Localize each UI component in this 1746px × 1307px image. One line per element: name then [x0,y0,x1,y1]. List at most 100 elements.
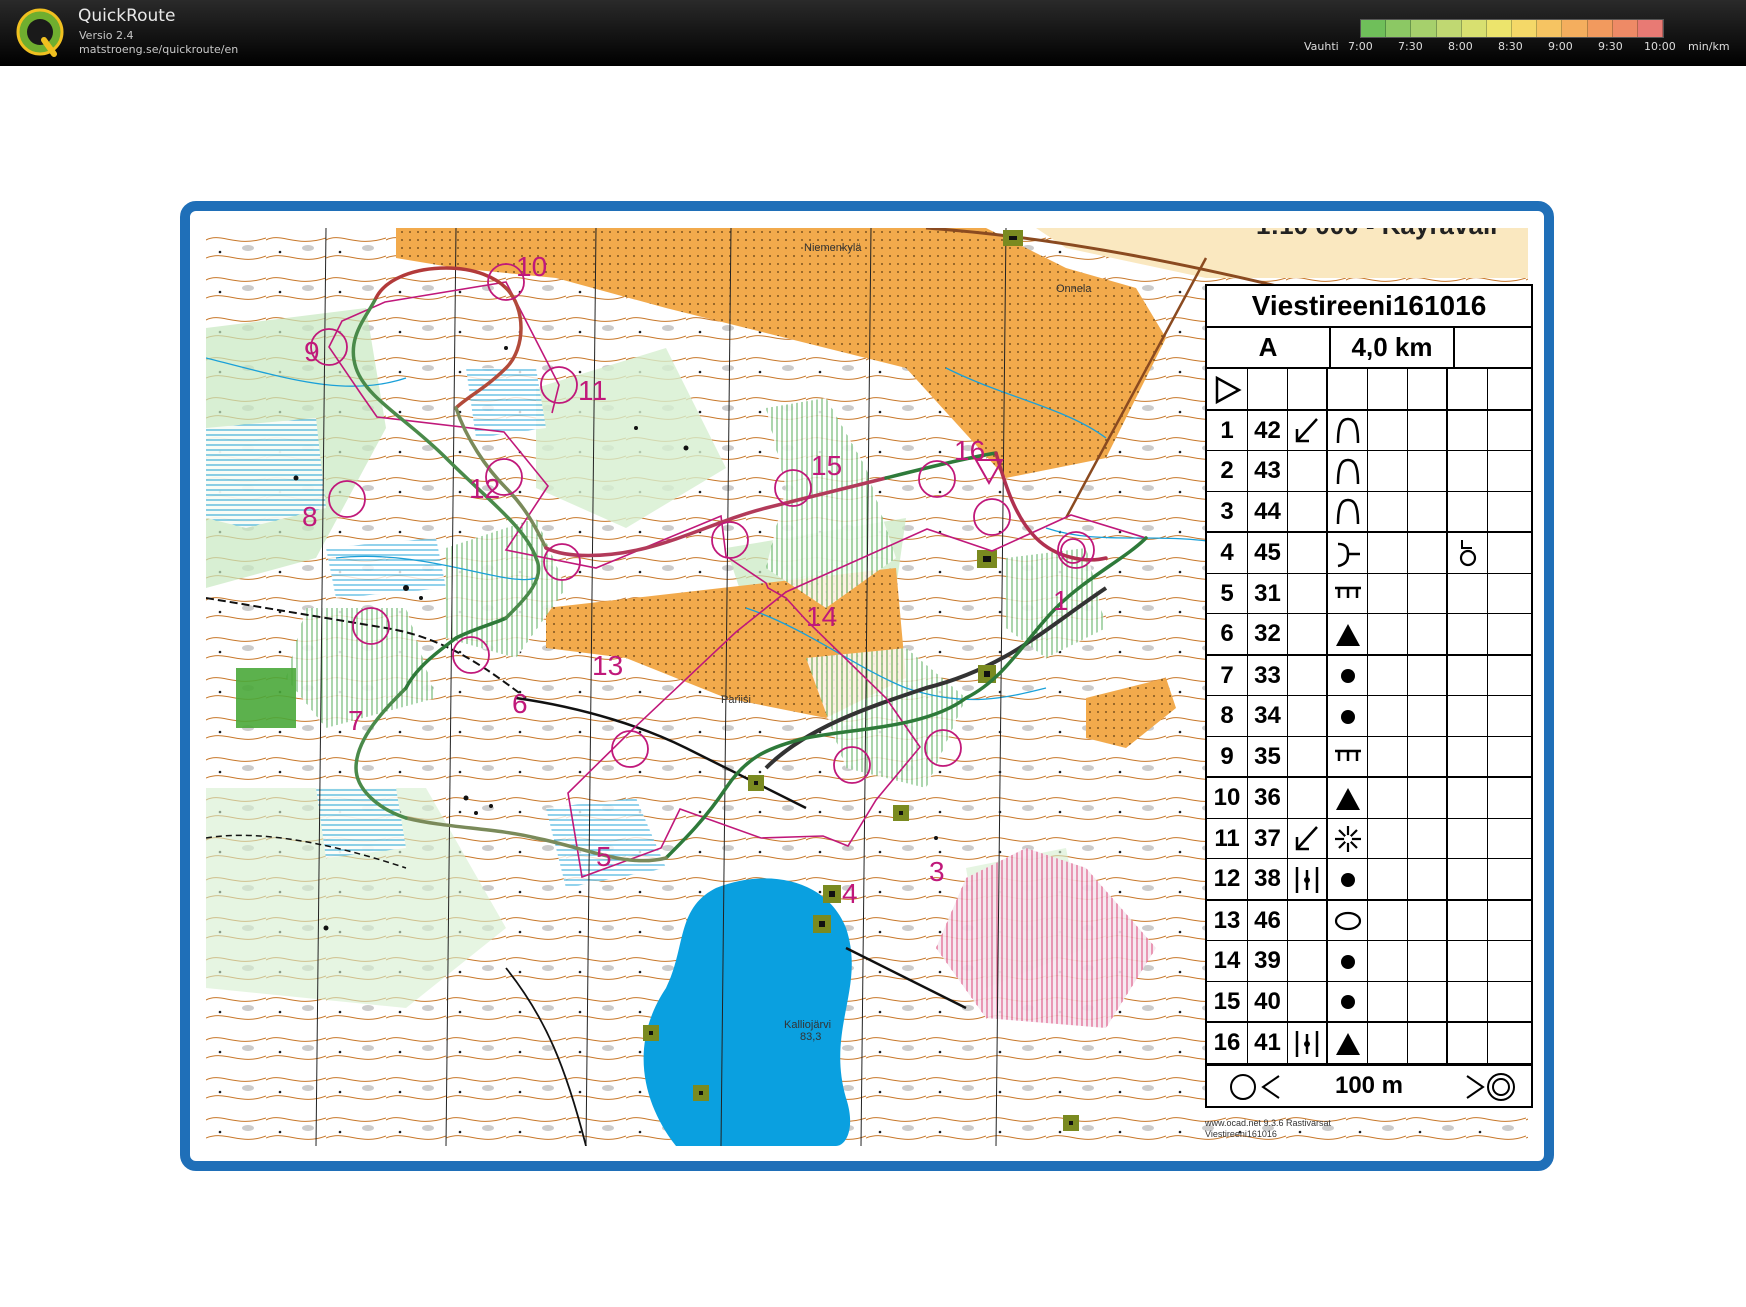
card-cell-empty [1408,736,1448,776]
card-cell-empty [1408,573,1448,613]
place-label: Onnela [1056,283,1092,295]
card-cell-empty [1448,1023,1488,1063]
control-row: 4 45 [1207,533,1531,574]
control-sequence: 15 [1207,981,1248,1021]
card-cell-empty [1408,491,1448,531]
card-cell-empty [1408,614,1448,654]
card-cell-empty [1488,1023,1531,1063]
control-code: 32 [1248,614,1288,654]
control-row: 9 35 [1207,736,1531,778]
card-cell-empty [1488,819,1531,859]
re-entrant-icon [1328,533,1368,573]
control-number-8: 8 [302,501,318,532]
card-cell-empty [1488,411,1531,451]
control-row: 14 39 [1207,941,1531,982]
card-cell-empty [1408,859,1448,899]
pace-color-swatch [1512,20,1538,37]
card-cell-empty [1448,451,1488,491]
pace-color-swatch [1386,20,1412,37]
place-label: Pariisi [721,694,751,706]
knoll-icon [1328,491,1368,531]
control-code: 35 [1248,736,1288,776]
control-number-13: 13 [592,650,623,681]
card-title: Viestireeni161016 [1207,286,1531,328]
control-sequence: 8 [1207,696,1248,736]
card-cell-empty [1288,941,1328,981]
finish-distance: 100 m [1334,1071,1404,1099]
pace-color-swatch [1587,20,1613,37]
card-credit: www.ocad.net 9.3.6 Rastivarsat Viestiree… [1205,1118,1385,1140]
card-cell-empty [1408,655,1448,695]
card-cell-empty [1488,451,1531,491]
card-cell-empty [1368,1023,1408,1063]
pace-unit: min/km [1688,40,1730,53]
control-number-12: 12 [469,473,500,504]
pace-tick: 10:00 [1644,40,1676,53]
direction-southwest-icon [1288,818,1328,858]
pace-color-swatch [1612,20,1638,37]
direction-southwest-icon [1288,410,1328,450]
control-number-5: 5 [596,841,612,872]
control-rows: 1 42 2 43 3 44 4 45 5 31 6 32 7 33 8 34 9 35 10 36 11 37 12 38 1… [1207,369,1531,1064]
control-sequence: 10 [1207,778,1248,818]
boulder-icon [1328,614,1368,654]
app-url[interactable]: matstroeng.se/quickroute/en [79,43,238,56]
card-cell-empty [1448,736,1488,776]
control-row-start [1207,369,1531,411]
card-cell-empty [1368,941,1408,981]
card-cell-empty [1448,941,1488,981]
card-cell-empty [1368,981,1408,1021]
card-cell-empty [1408,1023,1448,1063]
card-cell-empty [1448,573,1488,613]
knoll-icon [1328,410,1368,450]
control-number-9: 9 [304,336,320,367]
cliff-icon [1328,573,1368,613]
control-code: 33 [1248,655,1288,695]
card-cell-empty [1288,491,1328,531]
control-code: 37 [1248,818,1288,858]
pace-tick: 8:00 [1448,40,1473,53]
pace-tick: 9:00 [1548,40,1573,53]
control-sequence: 1 [1207,410,1248,450]
card-cell-empty [1408,778,1448,818]
control-code: 45 [1248,533,1288,573]
control-row: 13 46 [1207,900,1531,941]
card-cell-empty [1488,778,1531,818]
control-number-1: 1 [1053,585,1069,616]
control-row: 8 34 [1207,696,1531,737]
control-code: 31 [1248,573,1288,613]
control-sequence: 6 [1207,614,1248,654]
between-features-icon [1288,859,1328,899]
control-row: 7 33 [1207,655,1531,696]
card-cell-empty [1488,614,1531,654]
card-cell-empty [1368,451,1408,491]
control-code: 39 [1248,941,1288,981]
app-version: Versio 2.4 [79,29,134,42]
pace-color-swatch [1562,20,1588,37]
card-cell-empty [1368,778,1408,818]
control-sequence: 12 [1207,859,1248,899]
map-title-fragment: 1:10 000 - Käyrävali [1256,228,1497,240]
quickroute-logo-icon [16,8,64,57]
control-code: 42 [1248,410,1288,450]
finish-start-icon [1230,1073,1280,1100]
card-cell-empty [1448,900,1488,940]
control-number-3: 3 [929,856,945,887]
boulder-icon [1328,1023,1368,1063]
control-code: 46 [1248,900,1288,940]
control-code: 43 [1248,451,1288,491]
card-cell-empty [1488,369,1531,409]
card-cell-empty [1368,491,1408,531]
card-cell-empty [1288,736,1328,776]
card-cell-empty [1328,369,1368,409]
control-number-11: 11 [578,375,607,406]
card-cell-empty [1368,696,1408,736]
control-number-14: 14 [806,601,837,632]
control-sequence: 11 [1207,818,1248,858]
card-cell-empty [1488,982,1531,1022]
card-cell-empty [1448,614,1488,654]
control-number-7: 7 [348,705,364,736]
card-cell-empty [1448,696,1488,736]
card-cell-empty [1248,369,1288,409]
dot-icon [1328,859,1368,899]
